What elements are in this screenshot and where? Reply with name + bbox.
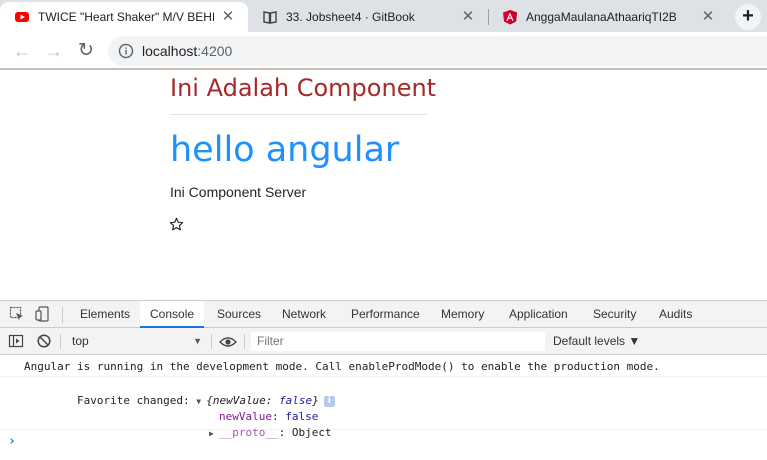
tab-title: 33. Jobsheet4 · GitBook [286,10,415,24]
console-output: Angular is running in the development mo… [0,356,767,460]
log-levels-dropdown[interactable]: Default levels ▼ [553,333,640,350]
back-button[interactable]: ← [11,40,33,62]
devtools-tabbar: Elements Console Sources Network Perform… [0,301,767,328]
browser-toolbar: ← → ↻ localhost:4200 [0,32,767,70]
url-host: localhost [142,43,198,59]
divider [170,114,427,115]
console-message-text: Angular is running in the development mo… [24,360,660,373]
toolbar-divider [62,307,63,323]
page-heading: hello angular [170,130,400,170]
tab-angular-app[interactable]: AnggaMaulanaAthaariqTI2B ✕ [488,2,728,32]
tab-gitbook[interactable]: 33. Jobsheet4 · GitBook ✕ [248,2,488,32]
tab-elements[interactable]: Elements [70,301,140,328]
filter-input[interactable] [251,332,545,351]
tab-network[interactable]: Network [272,301,336,328]
reload-button[interactable]: ↻ [75,40,97,62]
console-message: Favorite changed: ▼ {newValue: false} i ne… [0,377,767,439]
server-component-text: Ini Component Server [170,184,307,200]
component-title: Ini Adalah Component [170,74,437,102]
forward-button[interactable]: → [43,40,65,62]
device-toolbar-icon[interactable] [35,306,51,322]
console-prompt-icon[interactable]: › [8,434,16,449]
tab-audits[interactable]: Audits [649,301,702,328]
tab-performance[interactable]: Performance [341,301,430,328]
tab-sources[interactable]: Sources [207,301,271,328]
eye-icon[interactable] [219,334,237,350]
console-message: Angular is running in the development mo… [0,356,767,377]
expand-triangle-icon[interactable]: ▶ [209,429,219,438]
tab-strip: TWICE "Heart Shaker" M/V BEHIN ✕ 33. Job… [0,0,767,32]
url-text: localhost:4200 [142,43,232,59]
console-toolbar: top ▼ Default levels ▼ [0,328,767,355]
close-tab-icon[interactable]: ✕ [460,9,476,25]
close-tab-icon[interactable]: ✕ [700,9,716,25]
tab-youtube[interactable]: TWICE "Heart Shaker" M/V BEHIN ✕ [0,2,248,32]
proto-value: : Object [278,426,332,439]
toolbar-divider [60,334,61,349]
devtools-panel: Elements Console Sources Network Perform… [0,300,767,459]
book-icon [263,11,277,24]
info-icon[interactable] [118,43,134,59]
toolbar-divider [211,334,212,349]
context-selector[interactable]: top ▼ [66,333,206,350]
new-tab-button[interactable]: + [735,4,761,30]
clear-console-icon[interactable] [36,333,52,349]
toolbar-divider [244,334,245,349]
context-value: top [72,334,89,348]
proto-name: __proto__ [218,426,279,439]
page-content: Ini Adalah Component hello angular Ini C… [0,70,767,300]
show-sidebar-icon[interactable] [8,333,24,349]
address-bar[interactable]: localhost:4200 [108,36,767,66]
star-outline-icon[interactable] [169,217,184,232]
tab-application[interactable]: Application [499,301,578,328]
dropdown-arrow-icon: ▼ [193,336,202,346]
tab-security[interactable]: Security [583,301,646,328]
close-tab-icon[interactable]: ✕ [220,9,236,25]
angular-icon [503,10,517,25]
object-proto[interactable]: ▶ __proto__: Object [156,413,332,452]
tab-console[interactable]: Console [140,301,205,328]
url-port: :4200 [197,43,233,59]
info-badge-icon[interactable]: i [323,396,335,407]
tab-title: TWICE "Heart Shaker" M/V BEHIN [38,10,214,24]
tab-title: AnggaMaulanaAthaariqTI2B [526,10,677,24]
inspect-element-icon[interactable] [9,306,25,322]
tab-memory[interactable]: Memory [431,301,494,328]
youtube-icon [15,12,29,22]
